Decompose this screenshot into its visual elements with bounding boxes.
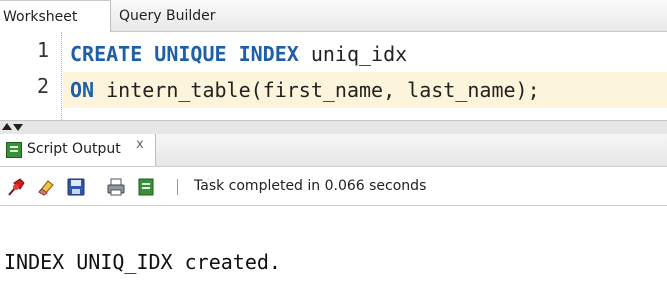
pin-icon[interactable] [6, 177, 26, 197]
code-line-2[interactable]: ON intern_table(first_name, last_name); [63, 72, 667, 108]
line-number: 1 [36, 38, 49, 62]
output-tab-bar: Script Output x [0, 134, 667, 166]
collapse-up-icon[interactable] [2, 123, 12, 130]
output-message: INDEX UNIQ_IDX created. [4, 250, 281, 274]
script-output-icon [6, 142, 22, 158]
expand-down-icon[interactable] [13, 124, 23, 131]
export-icon[interactable] [136, 177, 156, 197]
line-number: 2 [36, 74, 49, 98]
tab-query-builder[interactable]: Query Builder [119, 0, 216, 32]
editor-tab-bar: Worksheet Query Builder [0, 0, 667, 32]
tab-worksheet[interactable]: Worksheet [0, 0, 111, 32]
close-icon[interactable]: x [136, 137, 144, 152]
script-output-pane[interactable]: INDEX UNIQ_IDX created. [0, 206, 667, 285]
sql-keyword: ON [70, 78, 95, 102]
sql-text: intern_table(first_name, last_name); [94, 78, 540, 102]
code-line-1[interactable]: CREATE UNIQUE INDEX uniq_idx [63, 36, 667, 72]
line-number-gutter: 1 2 [0, 32, 62, 120]
sql-editor[interactable]: 1 2 CREATE UNIQUE INDEX uniq_idx ON inte… [0, 32, 667, 120]
sql-keyword: CREATE [70, 42, 143, 66]
toolbar-separator [177, 179, 178, 195]
panel-splitter[interactable] [0, 120, 667, 134]
sql-keyword: INDEX [238, 42, 299, 66]
sql-keyword: UNIQUE [154, 42, 227, 66]
eraser-icon[interactable] [36, 177, 56, 197]
tab-script-output[interactable]: Script Output x [0, 134, 156, 166]
print-icon[interactable] [106, 177, 126, 197]
save-icon[interactable] [66, 177, 86, 197]
output-toolbar: Task completed in 0.066 seconds [0, 166, 667, 206]
tab-label: Script Output [27, 141, 121, 157]
sql-text: uniq_idx [298, 42, 408, 66]
status-message: Task completed in 0.066 seconds [194, 178, 427, 194]
